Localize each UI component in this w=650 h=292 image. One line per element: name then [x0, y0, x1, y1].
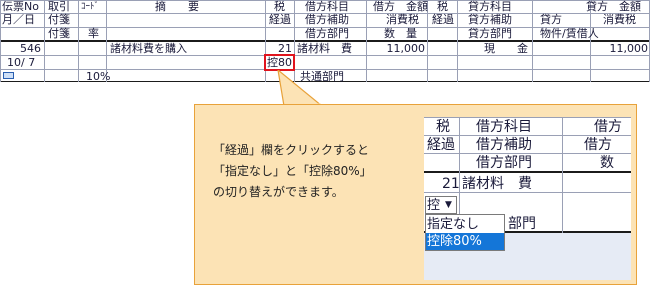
header-keika-2: 経過 — [432, 13, 454, 26]
cell-rate[interactable]: 10% — [86, 71, 110, 83]
header-rate: 率 — [88, 27, 99, 40]
zoom-header-sub: 借方補助 — [476, 137, 532, 153]
header-debit-tax: 消費税 — [386, 13, 419, 26]
header-month-day: 月／日 — [2, 13, 35, 26]
header-credit-tax-b: 消費税 — [603, 13, 636, 26]
header-debit-amount: 借方 金額 — [373, 0, 428, 13]
header-zei: 税 — [274, 0, 285, 13]
callout-line-3: の切り替えができます。 — [213, 185, 344, 199]
zoom-header-right-2: 借方 — [584, 137, 612, 153]
header-credit-sub: 貸方補助 — [468, 13, 512, 26]
header-debit-sub: 借方補助 — [305, 13, 349, 26]
cell-debit-amount[interactable]: 11,000 — [368, 43, 426, 55]
keika-select-value: 控 — [427, 198, 441, 213]
header-fusen-2: 付箋 — [48, 27, 70, 40]
option-deduction-80[interactable]: 控除80% — [426, 233, 504, 250]
cell-debit-account[interactable]: 諸材料 費 — [297, 43, 352, 55]
keika-dropdown: 指定なし 控除80% — [425, 214, 505, 251]
keika-select[interactable]: 控 ▼ — [425, 196, 457, 214]
callout-box: 「経過」欄をクリックすると 「指定なし」と「控除80%」 の切り替えができます。… — [194, 104, 637, 285]
header-debit-account: 借方科目 — [305, 0, 349, 13]
callout-line-2: 「指定なし」と「控除80%」 — [213, 164, 372, 178]
header-credit-account: 貸方科目 — [468, 0, 512, 13]
zoom-header-account: 借方科目 — [476, 119, 532, 135]
callout-line-1: 「経過」欄をクリックすると — [213, 143, 370, 157]
zoom-header-zei: 税 — [436, 119, 450, 135]
header-zei-2: 税 — [437, 0, 448, 13]
option-deduction-80-label: 控除80% — [427, 234, 482, 249]
header-credit-dept: 貸方部門 — [468, 27, 512, 40]
cell-credit-account[interactable]: 現 金 — [484, 43, 528, 55]
header-torihiki: 取引 — [48, 0, 70, 13]
memo-icon[interactable] — [3, 72, 14, 79]
zoom-dept-partial: 部門 — [508, 216, 536, 232]
cell-deduction: 控80 — [267, 56, 292, 69]
zoom-header-right-3: 数 — [600, 155, 614, 171]
cell-credit-amount[interactable]: 11,000 — [592, 43, 649, 55]
zoomed-grid: 税 経過 借方科目 借方補助 借方部門 借方 借方 数 21 諸材料 費 控 ▼… — [424, 117, 631, 280]
header-slip-no: 伝票No — [2, 0, 39, 13]
cell-slip-no[interactable]: 546 — [4, 43, 41, 55]
header-tekiyo: 摘 要 — [155, 0, 199, 13]
zoom-code: 21 — [442, 176, 460, 192]
header-credit-tax-a: 貸方 — [540, 13, 562, 26]
keika-cell-highlight[interactable]: 控80 — [264, 54, 295, 71]
zoom-header-right-1: 借方 — [594, 119, 622, 135]
header-fusen-1: 付箋 — [48, 13, 70, 26]
header-credit-amount: 貸方 金額 — [586, 0, 641, 13]
cell-tekiyo[interactable]: 諸材料費を購入 — [110, 43, 187, 55]
header-code: ｺｰﾄﾞ — [81, 2, 100, 12]
header-debit-dept: 借方部門 — [305, 27, 349, 40]
option-none[interactable]: 指定なし — [427, 217, 479, 232]
zoom-header-keika: 経過 — [427, 137, 455, 153]
header-keika: 経過 — [269, 13, 291, 26]
cell-date[interactable]: 10/ 7 — [7, 57, 35, 69]
zoom-header-dept: 借方部門 — [476, 155, 532, 171]
zoom-account: 諸材料 費 — [462, 176, 532, 192]
header-partner: 物件/賃借人 — [540, 27, 599, 40]
header-qty: 数 量 — [384, 27, 417, 40]
chevron-down-icon[interactable]: ▼ — [445, 199, 452, 211]
